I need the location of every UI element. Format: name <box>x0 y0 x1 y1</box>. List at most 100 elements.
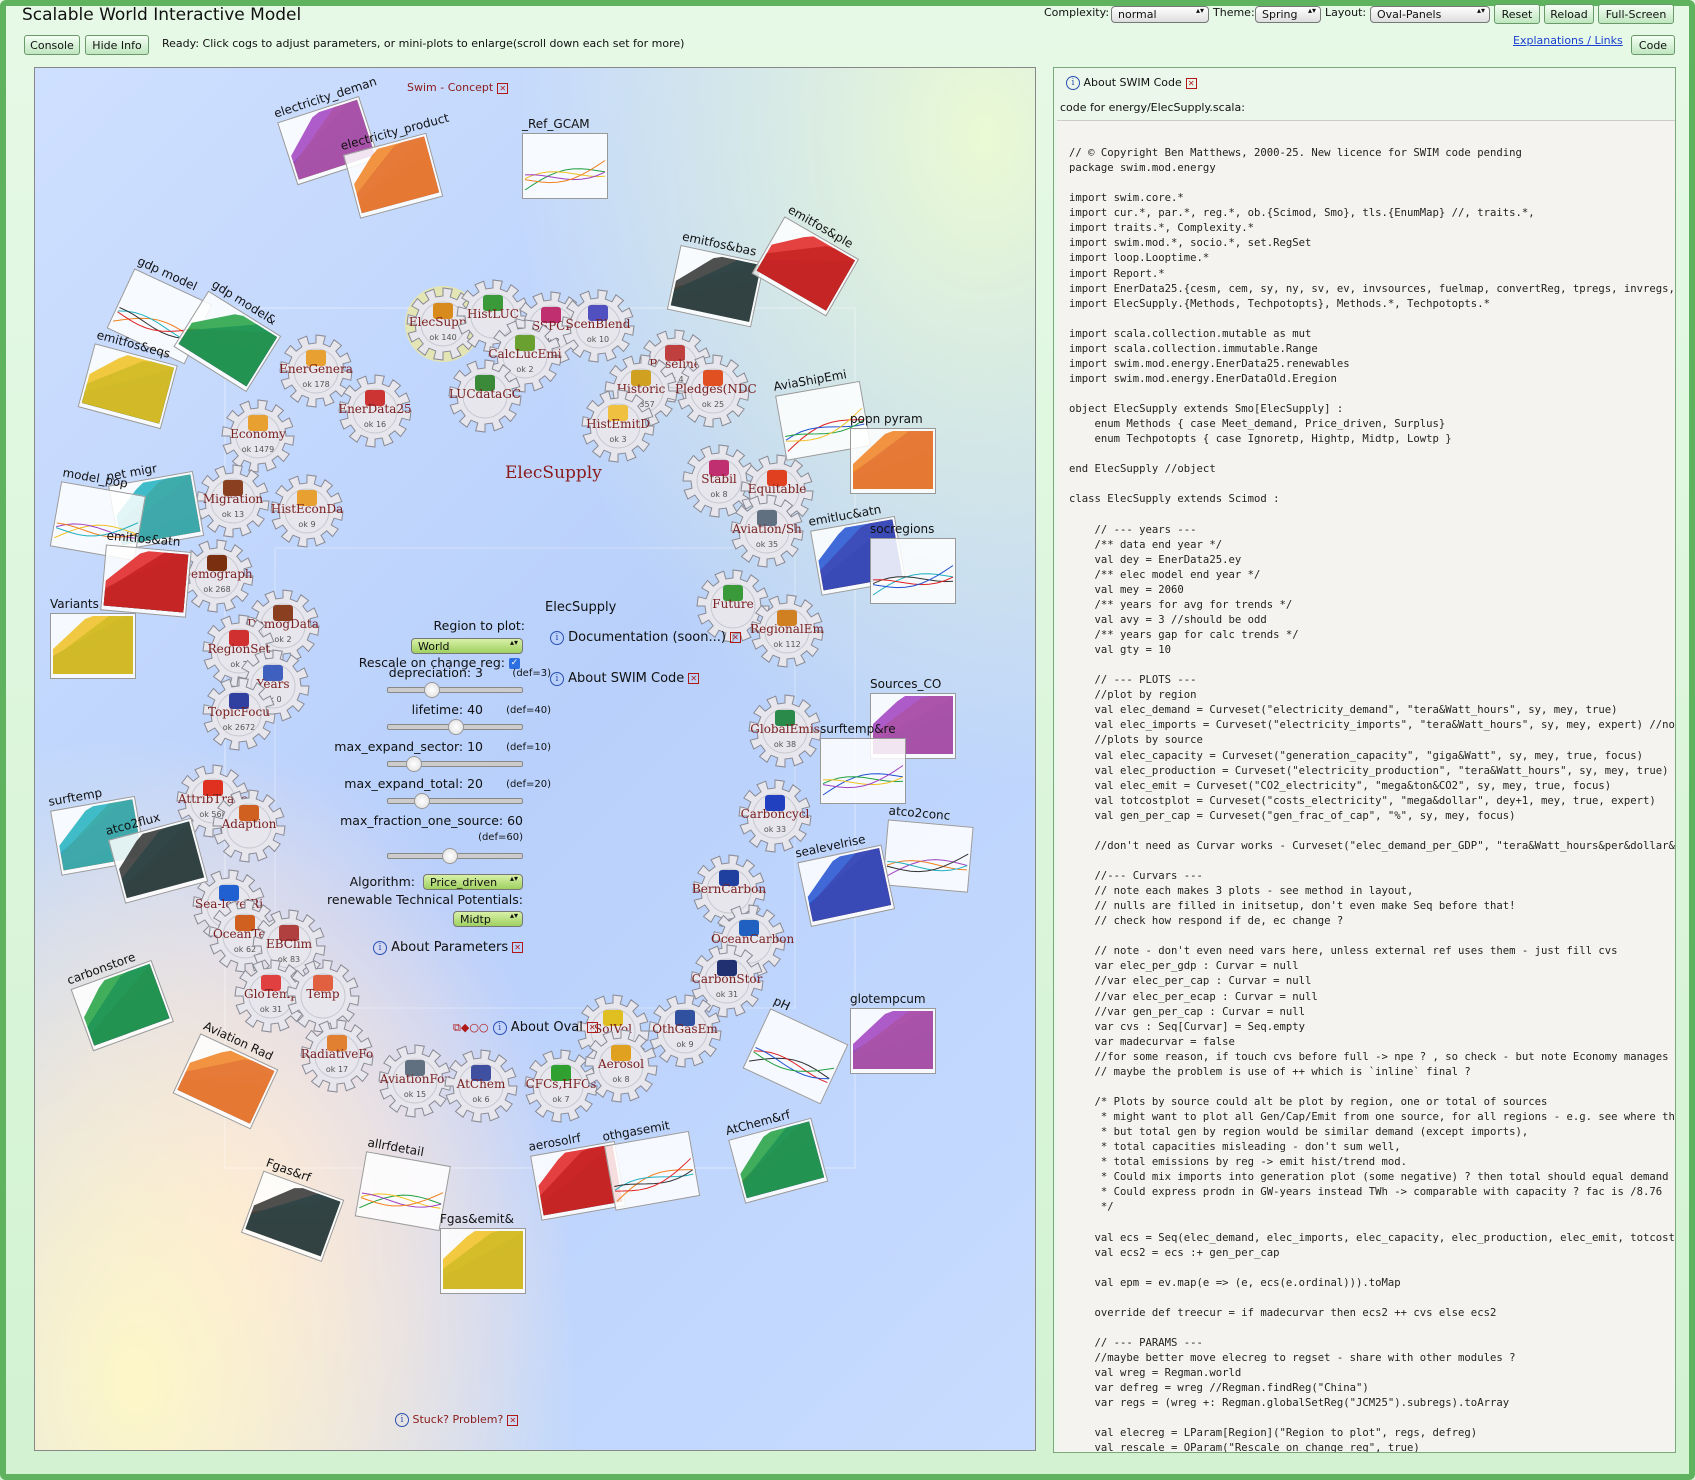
cog-status: ok 25 <box>701 400 725 410</box>
console-button[interactable]: Console <box>24 35 80 55</box>
param-slider[interactable] <box>387 682 523 698</box>
info-icon: i <box>550 671 564 686</box>
documentation-link[interactable]: i Documentation (soon...) ✕ <box>550 630 741 645</box>
cog-lucdatagc[interactable]: LUCdataGC <box>447 358 523 434</box>
slider-knob[interactable] <box>406 756 422 772</box>
param-default: (def=20) <box>506 779 551 790</box>
about-oval-link[interactable]: ⧉◆○○ i About Oval ✕ <box>453 1020 598 1035</box>
miniplot-chart <box>100 544 192 618</box>
cog-globalemis[interactable]: GlobalEmis ok 38 <box>747 693 823 769</box>
param-slider[interactable] <box>387 719 523 735</box>
layout-select[interactable]: Oval-Panels <box>1370 6 1490 23</box>
cog-status: ok 112 <box>773 640 801 650</box>
cog-pledges-ndc[interactable]: Pledges(NDC ok 25 <box>675 353 757 429</box>
miniplot-variants[interactable]: Variants <box>50 597 136 679</box>
stuck-close-icon[interactable]: ✕ <box>507 1414 519 1426</box>
about-code-close-icon[interactable]: ✕ <box>688 673 700 684</box>
fullscreen-button[interactable]: Full-Screen <box>1598 4 1674 24</box>
cog-demograph[interactable]: Demograph ok 268 <box>179 538 255 614</box>
info-panel-title: ElecSupply <box>545 600 617 615</box>
cog-status: ok 17 <box>325 1065 349 1075</box>
source-code: // © Copyright Ben Matthews, 2000-25. Ne… <box>1069 147 1675 1452</box>
miniplot-surftemp-re[interactable]: surftemp&re <box>820 722 906 804</box>
concept-close-icon[interactable]: ✕ <box>497 82 509 94</box>
region-select[interactable]: World <box>411 638 523 654</box>
cog-label: LUCdataGC <box>448 386 522 401</box>
miniplot-fgas-emit-[interactable]: Fgas&emit& <box>440 1212 526 1294</box>
miniplot--ref-gcam[interactable]: _Ref_GCAM <box>522 117 608 199</box>
cog-aerosol[interactable]: Aerosol ok 8 <box>583 1028 659 1104</box>
documentation-label: Documentation (soon...) <box>568 630 726 645</box>
cog-status: ok 35 <box>755 540 779 550</box>
algorithm-label: Algorithm: <box>349 874 415 889</box>
reload-button[interactable]: Reload <box>1544 4 1594 24</box>
miniplot-socregions[interactable]: socregions <box>870 522 956 604</box>
cog-carboncycl[interactable]: Carboncycl ok 33 <box>737 778 813 854</box>
theme-select[interactable]: Spring <box>1255 6 1321 23</box>
info-icon: i <box>492 1020 507 1035</box>
miniplot-glotempcum[interactable]: glotempcum <box>850 992 936 1074</box>
miniplot-allrfdetail[interactable]: allrfdetail <box>354 1135 451 1232</box>
code-viewer[interactable]: // © Copyright Ben Matthews, 2000-25. Ne… <box>1057 120 1675 1452</box>
param-default: (def=60) <box>478 832 523 843</box>
oval-tools-icon[interactable]: ⧉◆○○ <box>453 1021 489 1034</box>
slider-knob[interactable] <box>414 793 430 809</box>
reset-button[interactable]: Reset <box>1494 4 1540 24</box>
code-about-label: About SWIM Code <box>1083 76 1182 89</box>
param-label: max_expand_total: 20 <box>344 776 483 791</box>
renewable-potentials-select[interactable]: Midtp <box>453 911 523 927</box>
cog-histeconda[interactable]: HistEconDa ok 9 <box>269 473 345 549</box>
slider-knob[interactable] <box>448 719 464 735</box>
cog-label: HistEconDa <box>270 501 344 516</box>
cog-aviation-sh[interactable]: Aviation/Sh ok 35 <box>729 493 805 569</box>
miniplot-popn-pyram[interactable]: popn pyram <box>850 412 936 494</box>
stuck-problem-link[interactable]: i Stuck? Problem? ✕ <box>395 1413 519 1427</box>
miniplot-chart <box>440 1228 526 1294</box>
cog-histemitd[interactable]: HistEmitD ok 3 <box>580 388 656 464</box>
cog-label: Temp <box>306 986 340 1001</box>
miniplot-emitfos-atn[interactable]: emitfos&atn <box>100 529 192 618</box>
cog-radiativefo[interactable]: RadiativeFo ok 17 <box>299 1018 375 1094</box>
about-oval-close-icon[interactable]: ✕ <box>586 1022 598 1033</box>
cog-label: RegionalEm <box>750 621 824 636</box>
about-swim-code-header[interactable]: i About SWIM Code ✕ <box>1066 76 1197 90</box>
complexity-select[interactable]: normal <box>1111 6 1209 23</box>
param-slider[interactable] <box>387 848 523 864</box>
param-slider[interactable] <box>387 793 523 809</box>
info-icon: i <box>550 630 564 645</box>
slider-knob[interactable] <box>424 682 440 698</box>
param-slider[interactable] <box>387 756 523 772</box>
cog-status: ok 13 <box>221 510 245 520</box>
cog-enerdata25[interactable]: EnerData25 ok 16 <box>337 373 413 449</box>
cog-label: EnerData25 <box>338 401 412 416</box>
cog-adaption[interactable]: Adaption <box>211 788 287 864</box>
cog-aviationfor[interactable]: AviationFor ok 15 <box>377 1043 453 1119</box>
miniplot-atco2conc[interactable]: atco2conc <box>882 804 974 893</box>
code-about-close-icon[interactable]: ✕ <box>1185 77 1197 89</box>
miniplot-title: popn pyram <box>850 412 923 426</box>
documentation-close-icon[interactable]: ✕ <box>729 632 741 643</box>
info-icon: i <box>395 1413 409 1427</box>
cog-label: EBClim <box>265 936 313 951</box>
miniplot-chart <box>50 613 136 679</box>
algorithm-select[interactable]: Price_driven <box>423 874 523 890</box>
about-parameters-link[interactable]: i About Parameters ✕ <box>373 940 524 955</box>
about-parameters-close-icon[interactable]: ✕ <box>512 942 524 953</box>
info-icon: i <box>373 940 387 955</box>
miniplot-othgasemit[interactable]: othgasemit <box>601 1118 701 1211</box>
code-button[interactable]: Code <box>1631 35 1675 55</box>
theme-label: Theme: <box>1213 6 1255 19</box>
renewable-potentials-label: renewable Technical Potentials: <box>327 892 523 907</box>
slider-knob[interactable] <box>442 848 458 864</box>
cog-topicfocu[interactable]: TopicFocu ok 2672 <box>201 676 277 752</box>
about-swim-code-link[interactable]: i About SWIM Code ✕ <box>550 671 700 686</box>
cog-regionalem[interactable]: RegionalEm ok 112 <box>749 593 825 669</box>
hide-info-button[interactable]: Hide Info <box>85 35 149 55</box>
cog-label: Aerosol <box>598 1056 644 1071</box>
explanations-link[interactable]: Explanations / Links <box>1513 34 1623 47</box>
cog-label: BernCarbon <box>691 881 767 896</box>
cog-migration[interactable]: Migration ok 13 <box>195 463 271 539</box>
concept-link[interactable]: Swim - Concept ✕ <box>407 81 509 94</box>
cog-atchem[interactable]: AtChem ok 6 <box>443 1048 519 1124</box>
info-icon: i <box>1066 76 1080 90</box>
